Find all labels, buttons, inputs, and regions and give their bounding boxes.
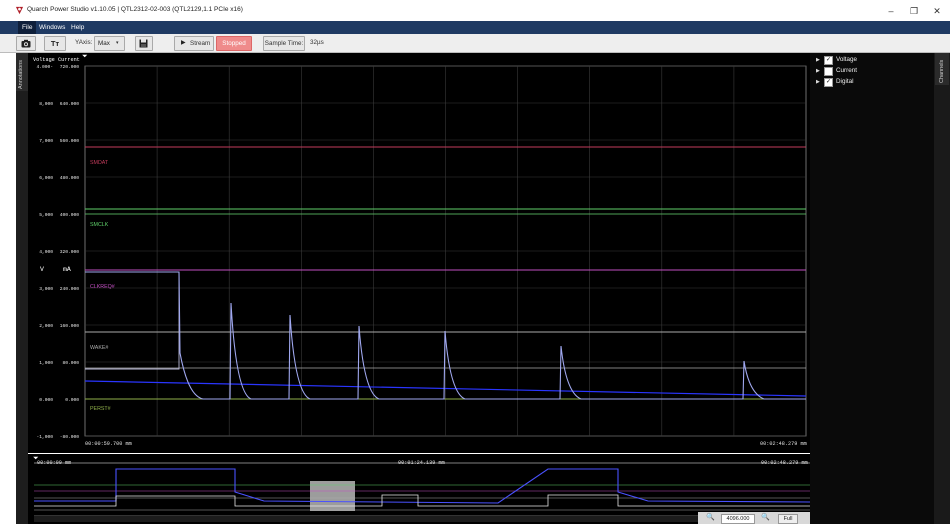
digital-label: SMDAT (90, 160, 109, 166)
stream-label: Stream (190, 40, 211, 47)
overview-time-start: 00:00:00 mm (37, 460, 72, 466)
stream-button[interactable]: ▶ Stream (174, 36, 214, 51)
voltage-tick-label: -1,000 (36, 434, 53, 440)
full-zoom-button[interactable]: Full (778, 514, 798, 524)
voltage-tick-label: 5,000 (39, 212, 53, 218)
channels-panel: ▶ ✓ Voltage ▶ ✓ Current ▶ ✓ Digital (810, 53, 934, 524)
plot-time-start: 00:00:59.700 mm (85, 441, 132, 447)
current-tick-label: 480.000 (60, 175, 80, 181)
voltage-tick-label: 6,000 (39, 175, 53, 181)
waveform-svg[interactable]: SMDAT SMCLK CLKREQ# WAKE# PERST# 4.000- 720.0… (28, 53, 810, 453)
overview-time-end: 00:02:48.279 mm (761, 460, 808, 466)
channel-row-current[interactable]: ▶ ✓ Current (816, 67, 926, 76)
current-tick-label: 160.000 (60, 323, 80, 329)
current-tick-label: 640.000 (60, 101, 80, 107)
digital-label: SMCLK (90, 222, 109, 228)
annotations-tab[interactable]: Annotations (16, 53, 28, 91)
zoom-controls: 🔍 4096.000 🔍 Full (698, 512, 810, 524)
channels-tab-label: Channels (939, 59, 945, 83)
channel-checkbox-digital[interactable]: ✓ (824, 78, 833, 87)
overview-viewport (310, 481, 355, 511)
yaxis-label: YAxis: (75, 39, 93, 46)
yaxis-select-value: Max (98, 40, 110, 47)
plot-time-end: 00:02:48.279 mm (760, 441, 807, 447)
current-unit: mA (63, 266, 71, 273)
overview-timeline[interactable]: ⏷ 00:00:00 mm 00:01:24.139 mm 00:02:48.2… (28, 454, 810, 524)
stopped-status-button[interactable]: Stopped (216, 36, 252, 51)
menu-file[interactable]: File (18, 21, 37, 34)
channel-label-current: Current (836, 67, 857, 74)
chevron-down-icon: ▾ (116, 40, 119, 46)
minimize-button[interactable]: – (880, 4, 902, 18)
zoom-in-icon[interactable]: 🔍 (761, 513, 770, 521)
zoom-out-icon[interactable]: 🔍 (706, 513, 715, 521)
overview-traces (34, 462, 810, 511)
sample-time-button[interactable]: Sample Time: (263, 36, 305, 51)
expand-arrow-icon[interactable]: ▶ (816, 79, 820, 85)
digital-label: CLKREQ# (90, 284, 115, 290)
current-tick-label: -80.000 (60, 434, 80, 440)
channel-row-digital[interactable]: ▶ ✓ Digital (816, 78, 926, 87)
y-axis-labels: 4.000- 720.000 8,000 640.000 7,000 560.000 6,0… (36, 64, 79, 440)
yaxis-select[interactable]: Max ▾ (94, 36, 125, 51)
voltage-tick-label: 0.000 (39, 397, 53, 403)
menu-bar: File Windows Help (0, 21, 950, 34)
save-icon (139, 39, 148, 48)
current-tick-label: 80.000 (62, 360, 79, 366)
restore-button[interactable]: ❐ (903, 4, 925, 18)
annotations-tab-strip: Annotations (16, 53, 28, 524)
expand-arrow-icon[interactable]: ▶ (816, 68, 820, 74)
waveform-plot[interactable]: SMDAT SMCLK CLKREQ# WAKE# PERST# 4.000- 720.0… (28, 53, 810, 453)
channel-checkbox-current[interactable]: ✓ (824, 67, 833, 76)
current-tick-label: 0.000 (65, 397, 79, 403)
voltage-tick-label: 4.000- (36, 64, 53, 70)
current-tick-label: 240.000 (60, 286, 80, 292)
channel-label-voltage: Voltage (836, 56, 858, 63)
annotations-tab-label: Annotations (18, 59, 24, 89)
digital-label: PERST# (90, 406, 111, 412)
current-tick-label: 320.000 (60, 249, 80, 255)
voltage-unit: V (40, 266, 44, 273)
toolbar: Tт YAxis: Max ▾ ▶ Stream Stopped Sample … (0, 34, 950, 53)
menu-windows[interactable]: Windows (35, 21, 69, 34)
channel-label-digital: Digital (836, 78, 854, 85)
current-tick-label: 560.000 (60, 138, 80, 144)
close-button[interactable]: ✕ (926, 4, 948, 18)
expand-arrow-icon[interactable]: ▶ (816, 57, 820, 63)
save-button[interactable] (135, 36, 153, 51)
app-logo-icon (15, 6, 24, 15)
text-annotation-button[interactable]: Tт (44, 36, 66, 51)
overview-current-trace (34, 494, 810, 507)
voltage-tick-label: 4,000 (39, 249, 53, 255)
channels-tab-strip: Channels (934, 53, 950, 524)
voltage-tick-label: 7,000 (39, 138, 53, 144)
voltage-tick-label: 3,000 (39, 286, 53, 292)
voltage-axis-header: Voltage (33, 57, 55, 63)
camera-icon (21, 39, 31, 48)
plot-grid (84, 65, 807, 437)
zoom-value-input[interactable]: 4096.000 (721, 514, 755, 524)
current-tick-label: 720.000 (60, 64, 80, 70)
channels-tab[interactable]: Channels (935, 53, 949, 85)
overview-time-mid: 00:01:24.139 mm (398, 460, 445, 466)
current-tick-label: 400.000 (60, 212, 80, 218)
channel-checkbox-voltage[interactable]: ✓ (824, 56, 833, 65)
screenshot-button[interactable] (16, 36, 36, 51)
channel-row-voltage[interactable]: ▶ ✓ Voltage (816, 56, 926, 65)
current-axis-header: Current (58, 57, 80, 63)
digital-label: WAKE# (90, 345, 108, 351)
voltage-tick-label: 2,000 (39, 323, 53, 329)
sample-time-value: 32µs (310, 39, 324, 46)
voltage-tick-label: 1,000 (39, 360, 53, 366)
voltage-tick-label: 8,000 (39, 101, 53, 107)
play-icon: ▶ (181, 40, 186, 46)
title-bar: Quarch Power Studio v1.10.05 | QTL2312-0… (0, 0, 950, 21)
window-title: Quarch Power Studio v1.10.05 | QTL2312-0… (27, 6, 243, 13)
menu-help[interactable]: Help (67, 21, 88, 34)
overview-scrollbar[interactable] (34, 515, 698, 522)
cursor-marker-icon[interactable]: ⏷ (82, 53, 88, 61)
